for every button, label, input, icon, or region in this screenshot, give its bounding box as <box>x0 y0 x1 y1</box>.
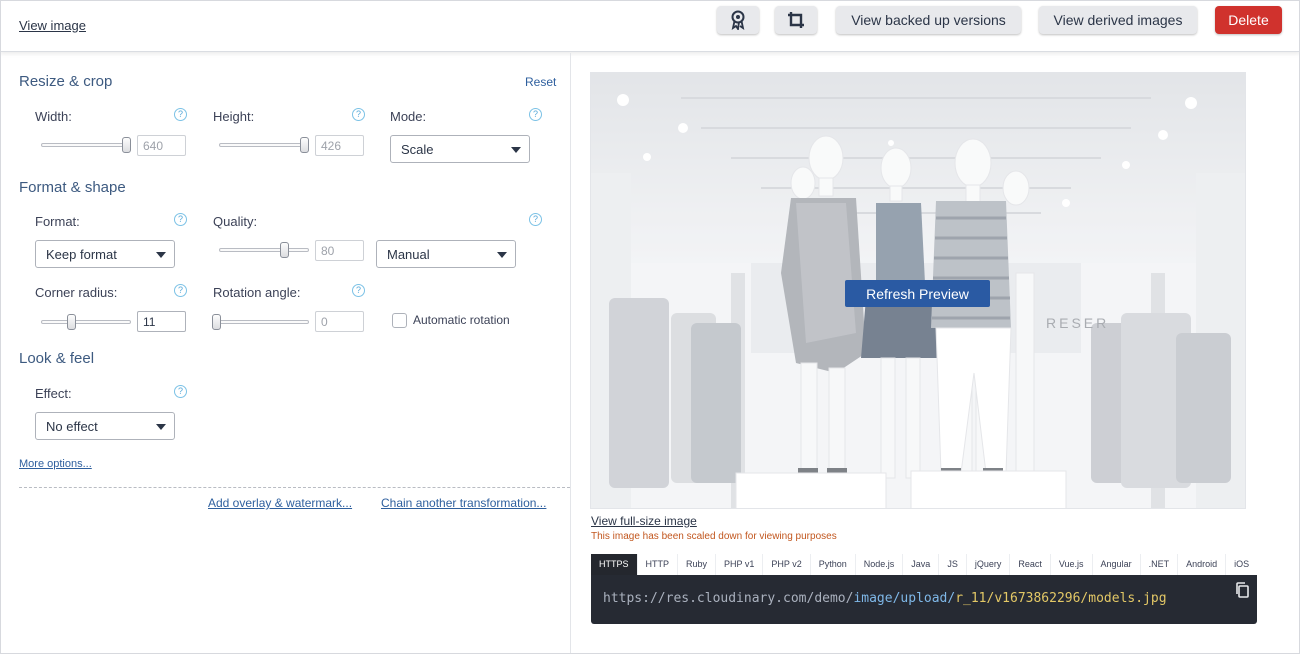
delete-button[interactable]: Delete <box>1215 6 1282 34</box>
mode-select[interactable]: Scale <box>390 135 530 163</box>
quality-slider[interactable] <box>219 242 309 258</box>
tab-android[interactable]: Android <box>1178 554 1227 575</box>
tab-php-v2[interactable]: PHP v2 <box>763 554 811 575</box>
refresh-preview-button[interactable]: Refresh Preview <box>845 280 990 307</box>
code-language-tabs: HTTPS HTTP Ruby PHP v1 PHP v2 Python Nod… <box>591 554 1257 575</box>
rotation-angle-input[interactable]: 0 <box>315 311 364 332</box>
slider-thumb[interactable] <box>67 314 76 330</box>
tab-java[interactable]: Java <box>903 554 940 575</box>
tab-react[interactable]: React <box>1010 554 1051 575</box>
scaled-down-note: This image has been scaled down for view… <box>591 531 837 542</box>
copy-icon[interactable] <box>1235 582 1249 603</box>
url-transform: r_11 <box>955 591 987 606</box>
view-derived-images-button[interactable]: View derived images <box>1039 6 1197 34</box>
top-bar: View image View backed up versions View … <box>0 0 1300 52</box>
delivery-url-code[interactable]: https://res.cloudinary.com/demo/image/up… <box>591 575 1257 624</box>
tab-https[interactable]: HTTPS <box>591 554 638 575</box>
badge-icon <box>731 10 745 30</box>
transform-panel: Resize & crop Reset Width: ? 640 Height:… <box>0 53 570 654</box>
quality-mode-select[interactable]: Manual <box>376 240 516 268</box>
slider-thumb[interactable] <box>122 137 131 153</box>
help-icon[interactable]: ? <box>174 213 187 226</box>
format-label: Format: <box>35 214 80 229</box>
help-icon[interactable]: ? <box>529 213 542 226</box>
width-slider[interactable] <box>41 137 131 153</box>
format-select[interactable]: Keep format <box>35 240 175 268</box>
corner-radius-input[interactable]: 11 <box>137 311 186 332</box>
chevron-down-icon <box>497 252 507 258</box>
help-icon[interactable]: ? <box>174 108 187 121</box>
mode-select-value: Scale <box>401 142 434 157</box>
tab-angular[interactable]: Angular <box>1093 554 1141 575</box>
crop-icon <box>788 12 804 28</box>
tab-ios[interactable]: iOS <box>1226 554 1257 575</box>
mode-label: Mode: <box>390 109 427 124</box>
slider-track <box>41 320 131 324</box>
tab-nodejs[interactable]: Node.js <box>856 554 904 575</box>
slider-thumb[interactable] <box>212 314 221 330</box>
add-overlay-link[interactable]: Add overlay & watermark... <box>208 496 352 510</box>
quality-mode-value: Manual <box>387 247 430 262</box>
help-icon[interactable]: ? <box>174 385 187 398</box>
slider-track <box>219 143 309 147</box>
url-base: https://res.cloudinary.com/demo/ <box>603 591 854 606</box>
rotation-angle-label: Rotation angle: <box>213 285 301 300</box>
url-file: /v1673862296/models.jpg <box>986 591 1167 606</box>
view-full-size-link[interactable]: View full-size image <box>591 514 697 528</box>
resize-crop-heading: Resize & crop <box>19 73 113 90</box>
tab-ruby[interactable]: Ruby <box>678 554 717 575</box>
automatic-rotation-label: Automatic rotation <box>413 313 510 327</box>
chevron-down-icon <box>156 252 166 258</box>
quality-label: Quality: <box>213 214 258 229</box>
height-input[interactable]: 426 <box>315 135 364 156</box>
quality-input[interactable]: 80 <box>315 240 364 261</box>
effect-label: Effect: <box>35 386 72 401</box>
divider <box>19 487 570 488</box>
tab-js[interactable]: JS <box>939 554 967 575</box>
corner-radius-label: Corner radius: <box>35 285 118 300</box>
corner-radius-slider[interactable] <box>41 314 131 330</box>
effect-select[interactable]: No effect <box>35 412 175 440</box>
slider-thumb[interactable] <box>280 242 289 258</box>
chevron-down-icon <box>511 147 521 153</box>
format-shape-heading: Format & shape <box>19 179 126 196</box>
slider-track <box>219 248 309 252</box>
chain-transformation-link[interactable]: Chain another transformation... <box>381 496 546 510</box>
url-path: image/upload/ <box>853 591 956 606</box>
look-feel-heading: Look & feel <box>19 350 95 367</box>
height-label: Height: <box>213 109 255 124</box>
format-select-value: Keep format <box>46 247 117 262</box>
width-label: Width: <box>35 109 72 124</box>
reset-link[interactable]: Reset <box>525 75 556 89</box>
slider-track <box>212 320 309 324</box>
badge-button[interactable] <box>717 6 759 34</box>
help-icon[interactable]: ? <box>352 108 365 121</box>
help-icon[interactable]: ? <box>352 284 365 297</box>
tab-jquery[interactable]: jQuery <box>967 554 1011 575</box>
rotation-angle-slider[interactable] <box>212 314 309 330</box>
more-options-link[interactable]: More options... <box>19 458 92 470</box>
height-slider[interactable] <box>219 137 309 153</box>
effect-select-value: No effect <box>46 419 98 434</box>
crop-button[interactable] <box>775 6 817 34</box>
width-input[interactable]: 640 <box>137 135 186 156</box>
chevron-down-icon <box>156 424 166 430</box>
tab-dotnet[interactable]: .NET <box>1141 554 1179 575</box>
tab-php-v1[interactable]: PHP v1 <box>716 554 764 575</box>
view-image-link[interactable]: View image <box>19 18 86 33</box>
help-icon[interactable]: ? <box>174 284 187 297</box>
panel-divider <box>570 53 571 654</box>
tab-http[interactable]: HTTP <box>638 554 679 575</box>
help-icon[interactable]: ? <box>529 108 542 121</box>
tab-python[interactable]: Python <box>811 554 856 575</box>
slider-thumb[interactable] <box>300 137 309 153</box>
tab-vuejs[interactable]: Vue.js <box>1051 554 1093 575</box>
slider-track <box>41 143 131 147</box>
view-backed-up-versions-button[interactable]: View backed up versions <box>836 6 1021 34</box>
automatic-rotation-checkbox[interactable] <box>392 313 407 328</box>
